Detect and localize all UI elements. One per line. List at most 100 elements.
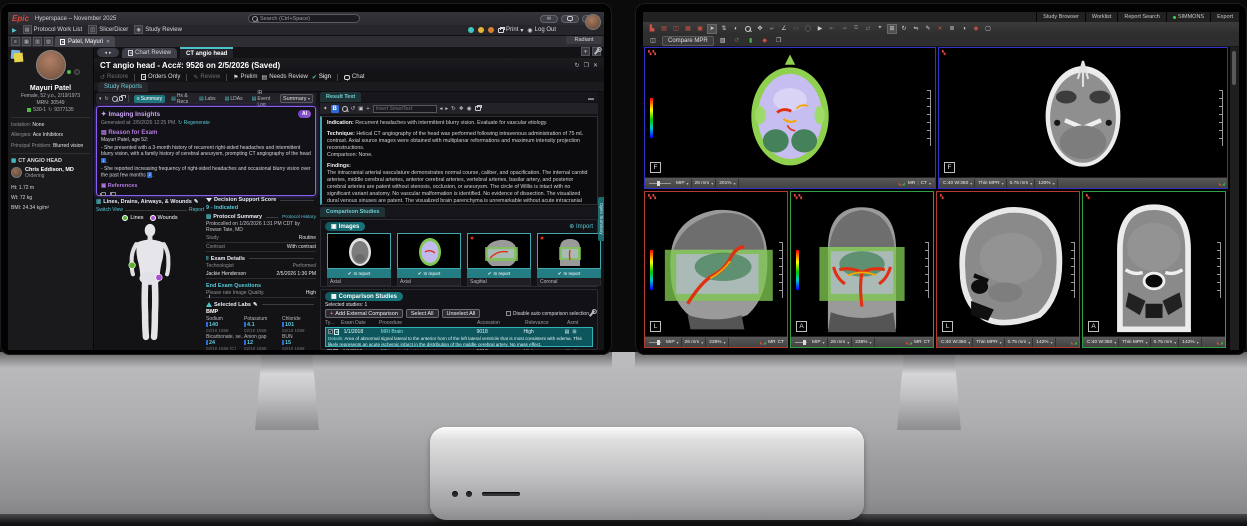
allergies-row[interactable]: Allergies: Ace Inhibitors bbox=[11, 132, 90, 138]
image-thumbnail[interactable]: ✔ In report Axial bbox=[327, 233, 391, 286]
fusion-toggle[interactable]: MR CT bbox=[913, 338, 931, 347]
zoom-dropdown[interactable]: 238% ▾ bbox=[707, 337, 729, 347]
pointer-tool-icon[interactable]: ➤ bbox=[707, 23, 717, 34]
key-image-icon[interactable]: ◫ bbox=[671, 24, 681, 34]
thickness-dropdown[interactable]: 26 mm ▾ bbox=[683, 337, 707, 347]
add-icon[interactable]: + bbox=[366, 106, 369, 112]
lab-result[interactable]: Potassium 4.1 02/10 1558 bbox=[244, 316, 282, 333]
projection-dropdown[interactable]: MIP ▾ bbox=[664, 337, 682, 347]
fusion-toggle[interactable]: MR CT bbox=[767, 338, 785, 347]
save-layout-icon[interactable]: ▧ bbox=[718, 36, 728, 46]
wrench-icon[interactable] bbox=[588, 310, 596, 317]
tab-nav-buttons[interactable]: ◂ ▸ bbox=[97, 48, 119, 57]
viewport-fused-sagittal[interactable]: ▚▚ L MIP ▾ 26 mm ▾ 238% ▾ ◣ ◢ MR CT bbox=[644, 191, 788, 348]
compare-mpr-button[interactable]: Compare MPR bbox=[662, 35, 714, 46]
status-dot-icon[interactable] bbox=[478, 27, 485, 33]
view-dropdown[interactable]: Summary ▾ bbox=[279, 94, 313, 103]
pan-tool-icon[interactable]: ✥ bbox=[755, 24, 765, 34]
fusion-blend-icon[interactable]: ◣ ◢ bbox=[1219, 181, 1225, 186]
bold-icon[interactable]: B bbox=[330, 104, 339, 113]
sync-icon[interactable]: ⇄ bbox=[863, 24, 873, 34]
print-button[interactable]: Print ▾ bbox=[498, 26, 523, 34]
lab-result[interactable]: Bicarbonate, se... 24 02/10 1558 (C) bbox=[206, 334, 244, 350]
projection-dropdown[interactable]: MIP ▾ bbox=[810, 337, 828, 347]
user-menu[interactable]: SIMMONS bbox=[1165, 12, 1210, 22]
view-tab-summary[interactable]: ≡ Summary bbox=[133, 94, 166, 103]
in-report-button[interactable]: ✔ In report bbox=[537, 269, 601, 278]
report-view-icon[interactable]: ▤ bbox=[565, 329, 570, 335]
comparison-row-selected[interactable]: ✔ 1/1/2018 MRI Brain 9018 High ▤ ⊞ Detail… bbox=[325, 327, 593, 347]
thumbs-down-icon[interactable] bbox=[111, 191, 116, 196]
projection-dropdown[interactable]: MIP ▾ bbox=[674, 178, 692, 188]
invert-icon[interactable]: ◑ bbox=[959, 24, 969, 34]
review-button[interactable]: ✎ Review bbox=[193, 74, 220, 81]
report-search-menu[interactable]: Report Search bbox=[1117, 12, 1165, 22]
measure-icon[interactable]: ⌐ bbox=[767, 24, 777, 34]
chat-button[interactable]: Chat bbox=[343, 74, 365, 81]
flag-study-icon[interactable]: ▦ bbox=[683, 24, 693, 34]
edit-icon[interactable]: ✎ bbox=[253, 302, 258, 308]
body-avatar-figure[interactable] bbox=[98, 223, 202, 345]
comparison-row[interactable]: 1/1/2018 CT head without contrast 9019 H… bbox=[325, 348, 593, 350]
tab-study-reports[interactable]: Study Reports bbox=[98, 82, 149, 92]
scrollbar-thumb[interactable] bbox=[1232, 51, 1236, 85]
link-series-icon[interactable]: ⧉ bbox=[851, 24, 861, 34]
procedure-link[interactable]: MRI Brain bbox=[381, 329, 477, 335]
insert-smarttext-input[interactable] bbox=[372, 104, 437, 113]
home-icon[interactable]: ≡ bbox=[11, 37, 20, 46]
prev-series-icon[interactable]: ⇤ bbox=[827, 24, 837, 34]
zoom-dropdown[interactable]: 238% ▾ bbox=[853, 337, 875, 347]
add-external-comparison-button[interactable]: + Add External Comparison bbox=[325, 309, 403, 318]
procedure-link[interactable]: CT head without contrast bbox=[380, 349, 477, 350]
grid-view-icon[interactable]: ⊞ bbox=[572, 329, 576, 335]
import-link[interactable]: ⊕ Import bbox=[569, 223, 593, 230]
principal-problem-row[interactable]: Principal Problem: Blurred vision bbox=[11, 143, 90, 149]
restore-button[interactable]: ↺ Restore bbox=[100, 74, 128, 81]
view-tab-labs[interactable]: ▤ Labs bbox=[196, 95, 219, 103]
delete-icon[interactable]: ✕ bbox=[935, 24, 945, 34]
window-level-icon[interactable]: ◐ bbox=[731, 24, 741, 34]
row-checkbox-checked[interactable]: ✔ bbox=[328, 329, 333, 334]
maximize-icon[interactable]: ❐ bbox=[584, 62, 589, 69]
image-thumbnail[interactable]: ✔ In report Sagittal bbox=[467, 233, 531, 286]
accept-icon[interactable]: ▮ bbox=[746, 36, 756, 46]
ordering-provider-row[interactable]: Chris Eddison, MD Ordering bbox=[11, 167, 90, 179]
needs-review-button[interactable]: ▤ Needs Review bbox=[262, 74, 308, 81]
macro-icon[interactable]: ❖ bbox=[459, 106, 464, 112]
report-view-icon[interactable]: ▤ bbox=[565, 349, 570, 350]
switch-view-link[interactable]: Switch View bbox=[96, 207, 123, 213]
grid-view-icon[interactable]: ⊞ bbox=[573, 349, 577, 350]
in-report-button[interactable]: ✔ In report bbox=[467, 269, 531, 278]
refresh-icon[interactable]: ↻ bbox=[105, 96, 109, 102]
angle-icon[interactable]: ∠ bbox=[779, 24, 789, 34]
mpr-icon[interactable]: ⊞ bbox=[887, 23, 897, 34]
open-summary-vertical-tab[interactable]: Open Summary bbox=[598, 197, 604, 241]
lab-result[interactable]: Chloride 101 02/10 1558 bbox=[282, 316, 316, 333]
window-level-dropdown[interactable]: C:40 W:350 ▾ bbox=[941, 178, 976, 188]
copy-icon[interactable]: ❐ bbox=[774, 36, 784, 46]
flip-icon[interactable]: ⇋ bbox=[911, 24, 921, 34]
lda-report-link[interactable]: Report bbox=[189, 207, 204, 213]
zoom-dropdown[interactable]: 201% ▾ bbox=[717, 178, 739, 188]
refresh-icon[interactable]: ↻ bbox=[451, 106, 456, 112]
worklist-menu[interactable]: Worklist bbox=[1084, 12, 1117, 22]
regenerate-link[interactable]: Regenerate bbox=[184, 120, 210, 126]
tab-ct-angio-head[interactable]: CT angio head bbox=[180, 47, 234, 58]
viewport-ct-axial[interactable]: ▚ F C:40 W:350 ▾ Thin MPR ▾ 0.75 mm ▾ 120% ▾… bbox=[938, 47, 1228, 189]
smart-tools-icon[interactable]: ✦ bbox=[323, 106, 328, 112]
cine-play-icon[interactable]: ▶ bbox=[815, 24, 825, 34]
image-thumbnail[interactable]: ✔ In report Coronal bbox=[537, 233, 601, 286]
lab-result[interactable]: Sodium 140 02/10 1558 bbox=[206, 316, 244, 333]
series-scrollbar[interactable] bbox=[1230, 47, 1239, 350]
window-level-dropdown[interactable]: C:40 W:350 ▾ bbox=[939, 337, 974, 347]
series-stack-icon[interactable]: ▤ bbox=[659, 24, 669, 34]
lab-result[interactable]: BUN 15 02/10 1558 bbox=[282, 334, 316, 350]
viewport-ct-coronal[interactable]: ▚ A C:40 W:350 ▾ Thin MPR ▾ 0.75 mm ▾ 142% ▾… bbox=[1082, 191, 1226, 348]
thickness-dropdown[interactable]: 0.75 mm ▾ bbox=[1006, 337, 1034, 347]
sign-button[interactable]: ✔ Sign bbox=[312, 74, 331, 81]
printer-icon[interactable] bbox=[118, 95, 125, 101]
stack-scroll-icon[interactable]: ⇅ bbox=[719, 24, 729, 34]
mail-button[interactable]: ✉ bbox=[540, 14, 558, 23]
row-checkbox[interactable] bbox=[327, 349, 332, 350]
undo-icon[interactable]: ↺ bbox=[351, 106, 356, 112]
